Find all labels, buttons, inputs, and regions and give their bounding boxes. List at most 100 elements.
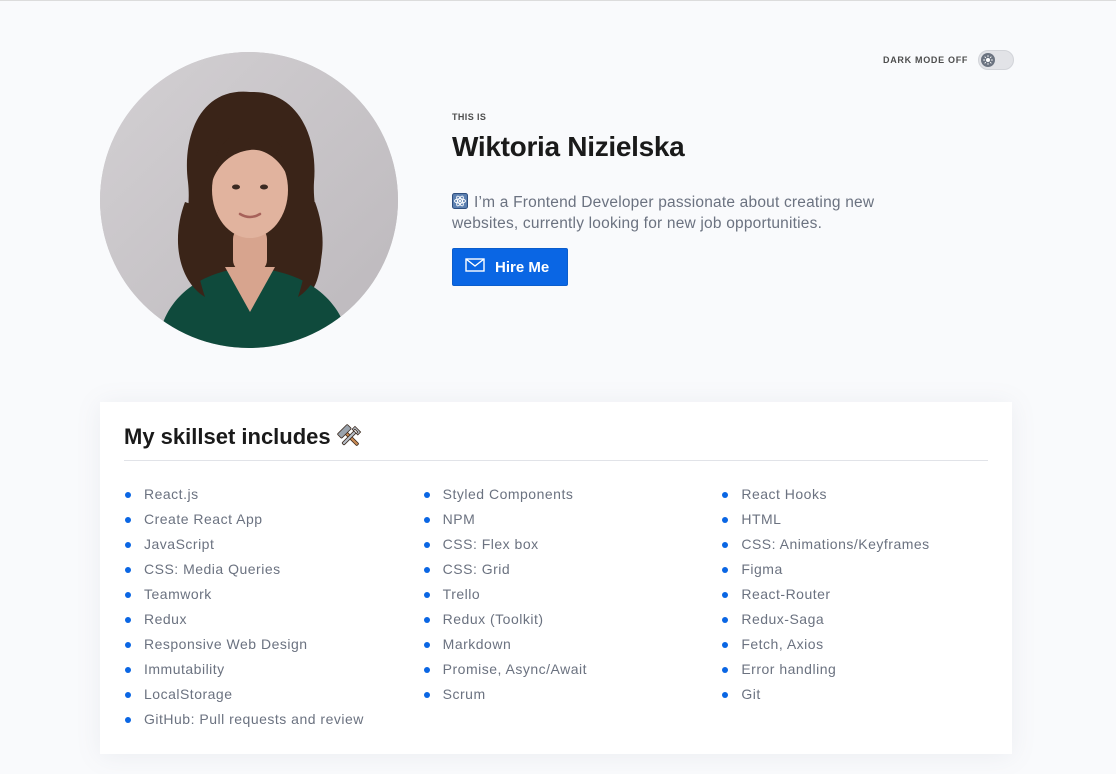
bullet-icon [423, 641, 430, 648]
skill-list-item: CSS: Grid [423, 557, 690, 582]
bullet-icon [125, 541, 131, 548]
bullet-icon [722, 566, 729, 573]
skill-list-item: Immutability [124, 657, 391, 682]
bullet-icon [125, 591, 131, 598]
bullet-icon [423, 491, 430, 498]
skill-list-item: Redux [124, 607, 391, 632]
bio-text: I’m a Frontend Developer passionate abou… [452, 192, 932, 234]
page-title: Wiktoria Nizielska [452, 131, 685, 162]
skill-list-item: GitHub: Pull requests and review [124, 707, 391, 732]
skill-list-item: Git [721, 682, 988, 707]
bullet-icon [125, 516, 131, 523]
skill-list-item: JavaScript [124, 532, 391, 557]
skill-list-item: LocalStorage [124, 682, 391, 707]
skill-label: Promise, Async/Await [442, 661, 588, 677]
skill-list-item: Teamwork [124, 582, 391, 607]
skill-label: CSS: Media Queries [144, 561, 281, 577]
theme-toggle: DARK MODE OFF [883, 50, 1015, 70]
skills-card: My skillset includes React.js Styled Comp… [100, 402, 1012, 754]
skill-list-item: Promise, Async/Await [423, 657, 690, 682]
atom-icon [452, 193, 468, 209]
skill-label: Create React App [144, 511, 263, 527]
skill-list-item: Fetch, Axios [721, 632, 988, 657]
skill-list-item: Redux (Toolkit) [423, 607, 690, 632]
theme-toggle-label: DARK MODE OFF [883, 55, 969, 65]
skills-heading-text: My skillset includes [124, 424, 331, 449]
skill-label: Error handling [741, 661, 837, 677]
dark-mode-switch[interactable] [978, 50, 1015, 70]
bullet-icon [423, 541, 430, 548]
skill-label: CSS: Animations/Keyframes [741, 536, 930, 552]
bullet-icon [125, 716, 131, 723]
skill-label: React.js [144, 486, 199, 502]
skill-label: Teamwork [144, 586, 212, 602]
bullet-icon [722, 516, 729, 523]
skill-list-item: CSS: Media Queries [124, 557, 391, 582]
bullet-icon [423, 516, 430, 523]
bullet-icon [722, 691, 729, 698]
bullet-icon [423, 691, 430, 698]
bullet-icon [722, 591, 729, 598]
bullet-icon [125, 616, 131, 623]
skill-list-item: React-Router [721, 582, 988, 607]
skill-label: NPM [442, 511, 476, 527]
skill-label: Fetch, Axios [741, 636, 824, 652]
bullet-icon [722, 491, 729, 498]
skill-list-item: CSS: Flex box [423, 532, 690, 557]
bullet-icon [125, 491, 131, 498]
skill-list-item: Create React App [124, 507, 391, 532]
skill-label: LocalStorage [144, 686, 233, 702]
skill-label: Scrum [442, 686, 486, 702]
skill-list-item: Styled Components [423, 482, 690, 507]
skills-list: React.js Styled Components React Hooks Crea… [124, 482, 988, 732]
skill-label: Git [741, 686, 761, 702]
hire-me-button[interactable]: Hire Me [452, 248, 568, 286]
bullet-icon [125, 641, 131, 648]
skill-list-item: Scrum [423, 682, 690, 707]
skill-label: Figma [741, 561, 783, 577]
skill-label: Styled Components [442, 486, 574, 502]
skill-label: Redux-Saga [741, 611, 825, 627]
bullet-icon [423, 666, 430, 673]
skill-list-item: Error handling [721, 657, 988, 682]
skill-label: Redux [144, 611, 187, 627]
bullet-icon [722, 616, 729, 623]
bullet-icon [722, 541, 729, 548]
skill-label: React Hooks [741, 486, 827, 502]
skill-label: React-Router [741, 586, 831, 602]
bullet-icon [125, 691, 131, 698]
skill-list-item: React Hooks [721, 482, 988, 507]
intro-section: THIS IS Wiktoria Nizielska I’m a Fronten… [452, 112, 932, 286]
skill-label: Trello [442, 586, 481, 602]
skill-list-item: React.js [124, 482, 391, 507]
skill-list-item: HTML [721, 507, 988, 532]
skills-heading: My skillset includes [124, 424, 988, 461]
skill-label: HTML [741, 511, 782, 527]
skill-label: Immutability [144, 661, 225, 677]
skill-label: CSS: Grid [442, 561, 511, 577]
skill-list-item: Responsive Web Design [124, 632, 391, 657]
skill-list-item: Trello [423, 582, 690, 607]
skill-label: GitHub: Pull requests and review [144, 711, 364, 727]
skill-label: CSS: Flex box [442, 536, 539, 552]
skill-list-item: NPM [423, 507, 690, 532]
sun-icon [981, 53, 996, 67]
intro-eyebrow: THIS IS [452, 112, 487, 122]
skill-list-item: Redux-Saga [721, 607, 988, 632]
skill-label: Responsive Web Design [144, 636, 308, 652]
profile-photo [100, 52, 398, 348]
skill-label: Redux (Toolkit) [442, 611, 544, 627]
bullet-icon [423, 616, 430, 623]
bullet-icon [125, 566, 131, 573]
hire-me-label: Hire Me [495, 258, 550, 276]
bullet-icon [722, 666, 729, 673]
skill-list-item: Markdown [423, 632, 690, 657]
skill-list-item: CSS: Animations/Keyframes [721, 532, 988, 557]
hammer-wrench-icon [336, 424, 363, 450]
bullet-icon [722, 641, 729, 648]
skill-label: JavaScript [144, 536, 215, 552]
mail-icon [465, 258, 485, 276]
bio-copy: I’m a Frontend Developer passionate abou… [452, 194, 875, 232]
bullet-icon [423, 566, 430, 573]
skill-label: Markdown [442, 636, 512, 652]
